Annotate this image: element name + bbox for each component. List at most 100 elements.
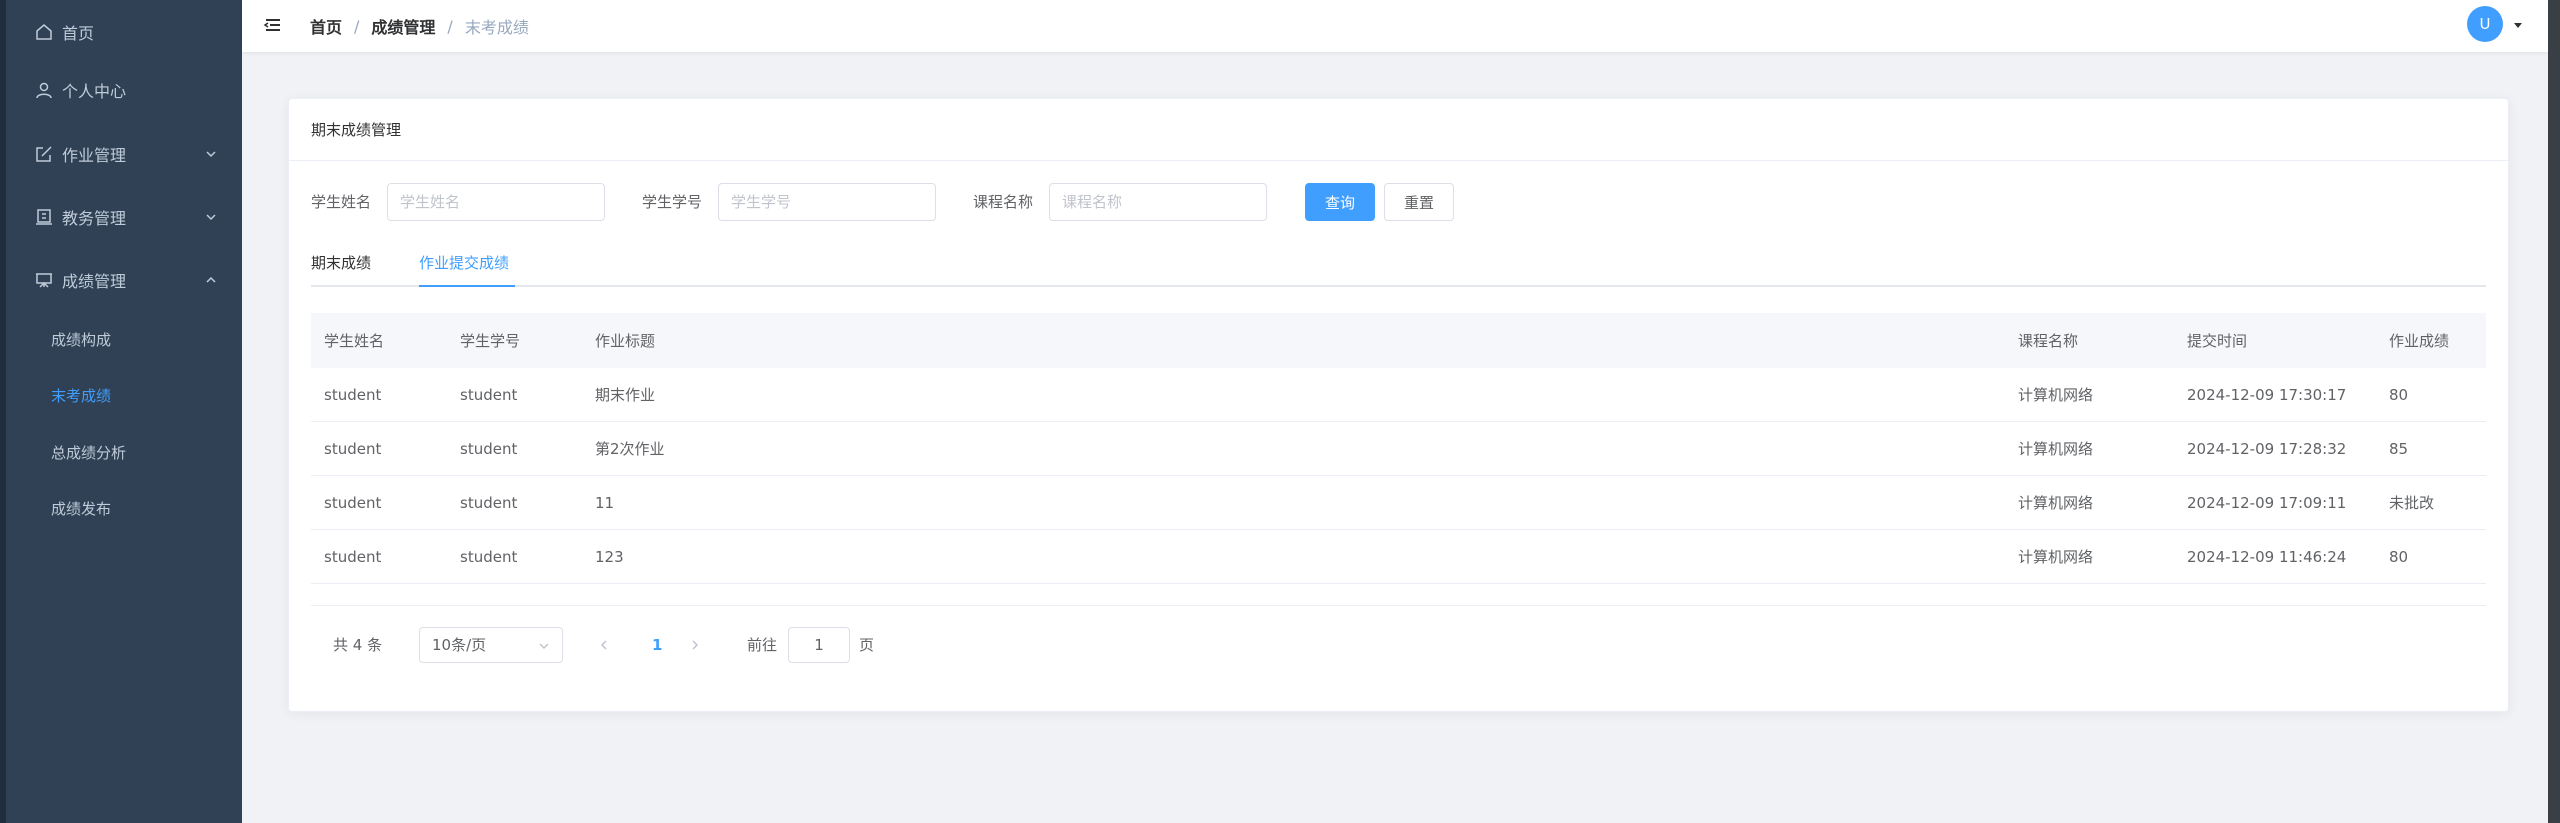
table-row[interactable]: student student 期末作业 计算机网络 2024-12-09 17… xyxy=(311,368,2486,422)
column-header: 作业标题 xyxy=(595,332,656,350)
column-header: 提交时间 xyxy=(2187,332,2248,350)
cell-homework-score: 85 xyxy=(2389,439,2409,458)
reset-button[interactable]: 重置 xyxy=(1384,183,1454,221)
user-icon xyxy=(34,80,54,100)
next-page-button[interactable] xyxy=(685,627,705,663)
cell-submit-time: 2024-12-09 17:28:32 xyxy=(2187,439,2347,458)
table-row[interactable]: student student 123 计算机网络 2024-12-09 11:… xyxy=(311,530,2486,584)
course-name-input[interactable] xyxy=(1049,183,1267,221)
cell-course-name: 计算机网络 xyxy=(2018,386,2094,404)
submenu-item-total-grade-analysis[interactable]: 总成绩分析 xyxy=(6,424,242,480)
breadcrumb-home[interactable]: 首页 xyxy=(310,14,342,38)
cell-student-name: student xyxy=(324,493,382,512)
card-title: 期末成绩管理 xyxy=(289,99,2508,161)
cell-homework-score: 未批改 xyxy=(2389,494,2435,512)
page-number-current[interactable]: 1 xyxy=(652,627,662,663)
submenu-item-label: 成绩构成 xyxy=(51,330,112,349)
cell-submit-time: 2024-12-09 11:46:24 xyxy=(2187,547,2347,566)
cell-submit-time: 2024-12-09 17:30:17 xyxy=(2187,385,2347,404)
grades-card: 期末成绩管理 学生姓名 学生学号 课程名称 查询 重置 期末成绩 作业提交成绩 … xyxy=(288,98,2509,712)
tabs: 期末成绩 作业提交成绩 xyxy=(311,249,2486,287)
tab-final-grades[interactable]: 期末成绩 xyxy=(311,249,371,287)
office-building-icon xyxy=(34,207,54,227)
submenu-item-final-exam-grades[interactable]: 末考成绩 xyxy=(6,367,242,423)
column-header: 作业成绩 xyxy=(2389,332,2450,350)
column-header: 学生姓名 xyxy=(324,332,385,350)
chevron-down-icon xyxy=(206,150,216,157)
prev-page-button[interactable] xyxy=(594,627,614,663)
tab-homework-grades[interactable]: 作业提交成绩 xyxy=(419,249,509,287)
submenu-item-grade-release[interactable]: 成绩发布 xyxy=(6,480,242,536)
cell-homework-title: 11 xyxy=(595,493,615,512)
chevron-right-icon xyxy=(692,640,699,650)
caret-down-icon[interactable] xyxy=(2513,20,2523,30)
hamburger-icon[interactable] xyxy=(262,14,284,36)
avatar[interactable]: U xyxy=(2467,6,2503,42)
student-name-label: 学生姓名 xyxy=(311,193,372,211)
cell-homework-score: 80 xyxy=(2389,547,2409,566)
cell-homework-title: 第2次作业 xyxy=(595,440,665,458)
pagination-total: 共 4 条 xyxy=(333,636,383,654)
chevron-left-icon xyxy=(600,640,607,650)
home-icon xyxy=(34,22,54,42)
cell-course-name: 计算机网络 xyxy=(2018,548,2094,566)
sidebar: 首页 个人中心 作业管理 教务管理 成绩管理 成绩构成 末考成绩 总成绩分析 成… xyxy=(6,0,242,823)
cell-student-id: student xyxy=(460,385,518,404)
sidebar-item-homework[interactable]: 作业管理 xyxy=(6,122,242,185)
cell-course-name: 计算机网络 xyxy=(2018,494,2094,512)
breadcrumb: 首页 / 成绩管理 / 末考成绩 xyxy=(310,0,529,52)
submenu-item-grade-composition[interactable]: 成绩构成 xyxy=(6,311,242,367)
goto-page-input[interactable] xyxy=(788,627,850,663)
submenu-item-label: 成绩发布 xyxy=(51,499,112,518)
chevron-down-icon xyxy=(206,213,216,220)
sidebar-item-label: 个人中心 xyxy=(62,81,127,101)
cell-homework-title: 期末作业 xyxy=(595,386,656,404)
breadcrumb-current: 末考成绩 xyxy=(464,18,529,37)
sidebar-item-label: 作业管理 xyxy=(62,145,127,165)
column-header: 课程名称 xyxy=(2018,332,2079,350)
cell-homework-score: 80 xyxy=(2389,385,2409,404)
student-name-input[interactable] xyxy=(387,183,605,221)
submenu-item-label: 总成绩分析 xyxy=(51,443,127,462)
table-header: 学生姓名 学生学号 作业标题 课程名称 提交时间 作业成绩 xyxy=(311,313,2486,368)
table-bottom-border xyxy=(311,605,2486,606)
student-id-label: 学生学号 xyxy=(642,193,703,211)
sidebar-item-grades[interactable]: 成绩管理 xyxy=(6,248,242,311)
page-suffix-label: 页 xyxy=(859,636,875,654)
breadcrumb-separator: / xyxy=(447,16,453,36)
chevron-down-icon xyxy=(539,643,549,650)
cell-submit-time: 2024-12-09 17:09:11 xyxy=(2187,493,2347,512)
sidebar-item-home[interactable]: 首页 xyxy=(6,0,242,63)
window-frame-right xyxy=(2548,0,2560,823)
table-row[interactable]: student student 第2次作业 计算机网络 2024-12-09 1… xyxy=(311,422,2486,476)
cell-student-id: student xyxy=(460,493,518,512)
top-header: 首页 / 成绩管理 / 末考成绩 U xyxy=(242,0,2548,52)
student-id-input[interactable] xyxy=(718,183,936,221)
goto-label: 前往 xyxy=(747,636,778,654)
sidebar-item-profile[interactable]: 个人中心 xyxy=(6,58,242,121)
sidebar-item-label: 成绩管理 xyxy=(62,271,127,291)
edit-icon xyxy=(34,144,54,164)
submenu-item-label: 末考成绩 xyxy=(51,386,112,405)
page-size-select[interactable]: 10条/页 xyxy=(419,627,563,663)
cell-student-id: student xyxy=(460,439,518,458)
cell-student-name: student xyxy=(324,547,382,566)
breadcrumb-grades[interactable]: 成绩管理 xyxy=(371,14,435,38)
sidebar-item-academic[interactable]: 教务管理 xyxy=(6,185,242,248)
cell-homework-title: 123 xyxy=(595,547,624,566)
breadcrumb-separator: / xyxy=(354,16,360,36)
course-name-label: 课程名称 xyxy=(973,193,1034,211)
cell-student-name: student xyxy=(324,385,382,404)
table-row[interactable]: student student 11 计算机网络 2024-12-09 17:0… xyxy=(311,476,2486,530)
query-button[interactable]: 查询 xyxy=(1305,183,1375,221)
page-size-value: 10条/页 xyxy=(432,636,487,654)
active-tab-indicator xyxy=(419,285,515,287)
column-header: 学生学号 xyxy=(460,332,521,350)
cell-student-name: student xyxy=(324,439,382,458)
data-board-icon xyxy=(34,270,54,290)
chevron-up-icon xyxy=(206,276,216,283)
sidebar-item-label: 教务管理 xyxy=(62,208,127,228)
cell-student-id: student xyxy=(460,547,518,566)
sidebar-item-label: 首页 xyxy=(62,23,95,43)
cell-course-name: 计算机网络 xyxy=(2018,440,2094,458)
